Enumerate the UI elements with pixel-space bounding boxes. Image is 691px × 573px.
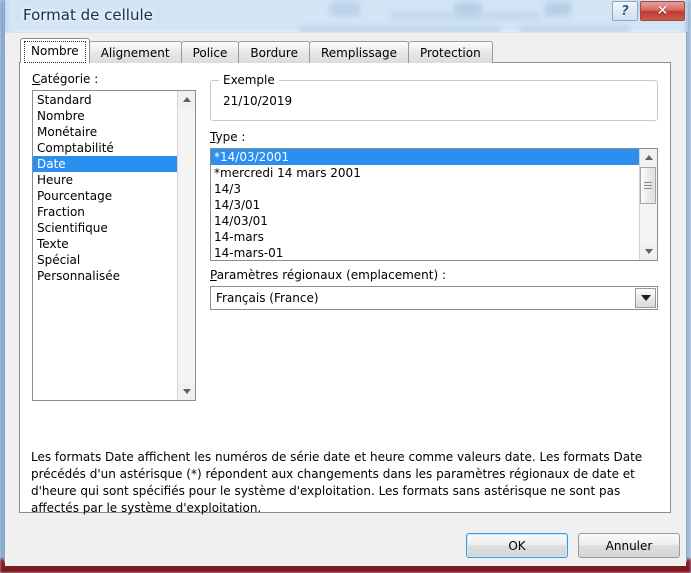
example-value: 21/10/2019 bbox=[223, 94, 293, 108]
list-item[interactable]: Heure bbox=[33, 172, 177, 188]
list-item[interactable]: 14/3/01 bbox=[211, 197, 639, 213]
dialog-body: Nombre Alignement Police Bordure Remplis… bbox=[5, 32, 686, 566]
cancel-button[interactable]: Annuler bbox=[578, 533, 680, 558]
format-description: Les formats Date affichent les numéros d… bbox=[31, 450, 643, 515]
tab-label: Protection bbox=[419, 45, 481, 60]
tab-label: Police bbox=[192, 45, 228, 60]
close-icon: ✕ bbox=[656, 3, 669, 19]
list-item[interactable]: Personnalisée bbox=[33, 268, 177, 284]
tab-bordure[interactable]: Bordure bbox=[238, 41, 310, 63]
triangle-up-icon bbox=[182, 97, 191, 102]
grip-line bbox=[644, 185, 652, 186]
tab-label: Bordure bbox=[250, 45, 298, 60]
list-item-selected[interactable]: Date bbox=[33, 156, 177, 172]
list-item-selected[interactable]: *14/03/2001 bbox=[211, 149, 639, 165]
list-item[interactable]: Fraction bbox=[33, 204, 177, 220]
scroll-down-icon[interactable] bbox=[640, 243, 657, 260]
triangle-up-icon bbox=[644, 155, 653, 160]
list-item[interactable]: Nombre bbox=[33, 108, 177, 124]
example-groupbox: Exemple 21/10/2019 bbox=[210, 73, 658, 121]
locale-combobox[interactable]: Français (France) bbox=[210, 286, 658, 310]
tab-remplissage[interactable]: Remplissage bbox=[308, 41, 409, 63]
locale-value: Français (France) bbox=[216, 291, 319, 305]
close-button[interactable]: ✕ bbox=[640, 1, 685, 21]
tab-content-panel: Catégorie : Standard Nombre Monétaire Co… bbox=[19, 62, 671, 515]
list-item[interactable]: 14/03/01 bbox=[211, 213, 639, 229]
list-item[interactable]: *mercredi 14 mars 2001 bbox=[211, 165, 639, 181]
type-label: Type : bbox=[210, 130, 246, 144]
dialog-footer: OK Annuler bbox=[5, 523, 686, 566]
list-item[interactable]: Texte bbox=[33, 236, 177, 252]
tab-protection[interactable]: Protection bbox=[407, 41, 493, 63]
list-item[interactable]: Standard bbox=[33, 92, 177, 108]
scroll-down-icon[interactable] bbox=[178, 383, 195, 400]
grip-line bbox=[644, 182, 652, 183]
list-item[interactable]: 14-mars-01 bbox=[211, 245, 639, 260]
list-item[interactable]: Scientifique bbox=[33, 220, 177, 236]
chevron-down-icon[interactable] bbox=[635, 288, 656, 308]
tab-nombre[interactable]: Nombre bbox=[20, 38, 90, 63]
triangle-down-glyph bbox=[640, 295, 651, 301]
list-item[interactable]: Pourcentage bbox=[33, 188, 177, 204]
locale-label: Paramètres régionaux (emplacement) : bbox=[210, 268, 447, 282]
tab-label: Remplissage bbox=[320, 45, 397, 60]
category-items: Standard Nombre Monétaire Comptabilité D… bbox=[33, 91, 177, 400]
tab-strip: Nombre Alignement Police Bordure Remplis… bbox=[20, 38, 493, 63]
grip-line bbox=[644, 188, 652, 189]
category-listbox[interactable]: Standard Nombre Monétaire Comptabilité D… bbox=[32, 90, 196, 401]
list-item[interactable]: 14/3 bbox=[211, 181, 639, 197]
example-legend: Exemple bbox=[219, 73, 279, 87]
category-label: Catégorie : bbox=[32, 72, 99, 86]
dialog-title: Format de cellule bbox=[23, 6, 153, 24]
tab-label: Alignement bbox=[100, 45, 170, 60]
ok-button[interactable]: OK bbox=[466, 533, 568, 558]
list-item[interactable]: 14-mars bbox=[211, 229, 639, 245]
scroll-up-icon[interactable] bbox=[640, 149, 657, 166]
list-item[interactable]: Spécial bbox=[33, 252, 177, 268]
scrollbar-thumb[interactable] bbox=[640, 167, 656, 204]
type-listbox[interactable]: *14/03/2001 *mercredi 14 mars 2001 14/3 … bbox=[210, 148, 658, 261]
dialog-title-bar: Format de cellule ? ✕ bbox=[5, 0, 688, 32]
scroll-up-icon[interactable] bbox=[178, 91, 195, 108]
type-items: *14/03/2001 *mercredi 14 mars 2001 14/3 … bbox=[211, 149, 639, 260]
list-item[interactable]: Comptabilité bbox=[33, 140, 177, 156]
category-scrollbar[interactable] bbox=[177, 91, 195, 400]
help-icon[interactable]: ? bbox=[612, 1, 638, 21]
type-scrollbar[interactable] bbox=[639, 149, 657, 260]
tab-police[interactable]: Police bbox=[180, 41, 240, 63]
triangle-down-icon bbox=[644, 249, 653, 254]
triangle-down-icon bbox=[182, 389, 191, 394]
tab-label: Nombre bbox=[31, 44, 79, 58]
caption-buttons: ? ✕ bbox=[612, 1, 685, 21]
list-item[interactable]: Monétaire bbox=[33, 124, 177, 140]
tab-alignement[interactable]: Alignement bbox=[88, 41, 182, 63]
format-cells-dialog: Format de cellule ? ✕ Nombre Alignement … bbox=[4, 0, 688, 566]
